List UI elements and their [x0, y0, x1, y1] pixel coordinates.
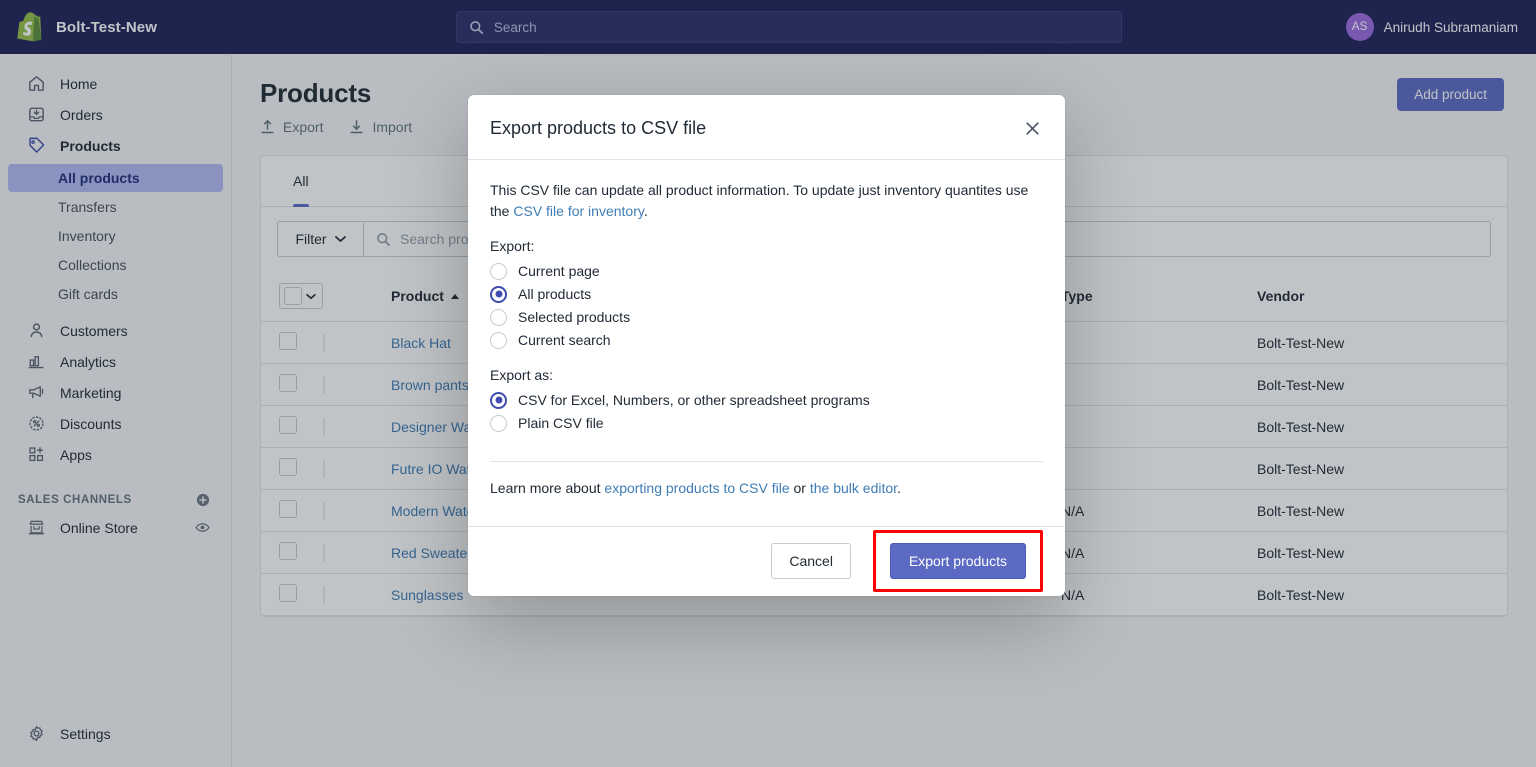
csv-inventory-link[interactable]: CSV file for inventory — [513, 203, 643, 219]
app-root: Bolt-Test-New AS Anirudh Subramaniam — [0, 0, 1536, 767]
radio-csv-excel[interactable]: CSV for Excel, Numbers, or other spreads… — [490, 389, 1043, 412]
radio-label: CSV for Excel, Numbers, or other spreads… — [518, 392, 870, 409]
radio-label: Current page — [518, 263, 600, 280]
radio-label: Selected products — [518, 309, 631, 326]
modal-body: This CSV file can update all product inf… — [468, 160, 1065, 526]
radio-all-products[interactable]: All products — [490, 283, 1043, 306]
radio-label: All products — [518, 286, 592, 303]
export-group-label: Export: — [490, 237, 535, 254]
learn-more-text: Learn more about exporting products to C… — [490, 462, 1043, 518]
bulk-editor-link[interactable]: the bulk editor — [810, 480, 897, 496]
radio-icon-selected[interactable] — [490, 285, 507, 303]
export-button-highlight: Export products — [872, 530, 1043, 593]
modal-footer: Cancel Export products — [468, 525, 1065, 596]
radio-icon[interactable] — [490, 414, 507, 432]
modal-header: Export products to CSV file — [468, 95, 1065, 160]
radio-icon[interactable] — [490, 308, 507, 326]
modal-title: Export products to CSV file — [490, 117, 707, 138]
radio-icon-selected[interactable] — [490, 391, 507, 409]
modal-description: This CSV file can update all product inf… — [490, 180, 1043, 223]
radio-current-search[interactable]: Current search — [490, 329, 1043, 352]
close-x-icon[interactable] — [1021, 117, 1043, 139]
radio-selected-products[interactable]: Selected products — [490, 306, 1043, 329]
cancel-button[interactable]: Cancel — [771, 543, 851, 580]
exporting-products-link[interactable]: exporting products to CSV file — [604, 480, 789, 496]
learn-suffix: . — [897, 479, 901, 496]
radio-label: Plain CSV file — [518, 415, 604, 432]
learn-prefix: Learn more about — [490, 479, 605, 496]
export-as-group-label: Export as: — [490, 366, 554, 383]
export-products-button[interactable]: Export products — [889, 543, 1026, 580]
radio-plain-csv[interactable]: Plain CSV file — [490, 412, 1043, 435]
radio-label: Current search — [518, 332, 611, 349]
radio-icon[interactable] — [490, 262, 507, 280]
export-products-modal: Export products to CSV file This CSV fil… — [468, 95, 1065, 596]
radio-current-page[interactable]: Current page — [490, 260, 1043, 283]
learn-mid: or — [789, 479, 810, 496]
modal-description-suffix: . — [643, 203, 648, 220]
radio-icon[interactable] — [490, 331, 507, 349]
